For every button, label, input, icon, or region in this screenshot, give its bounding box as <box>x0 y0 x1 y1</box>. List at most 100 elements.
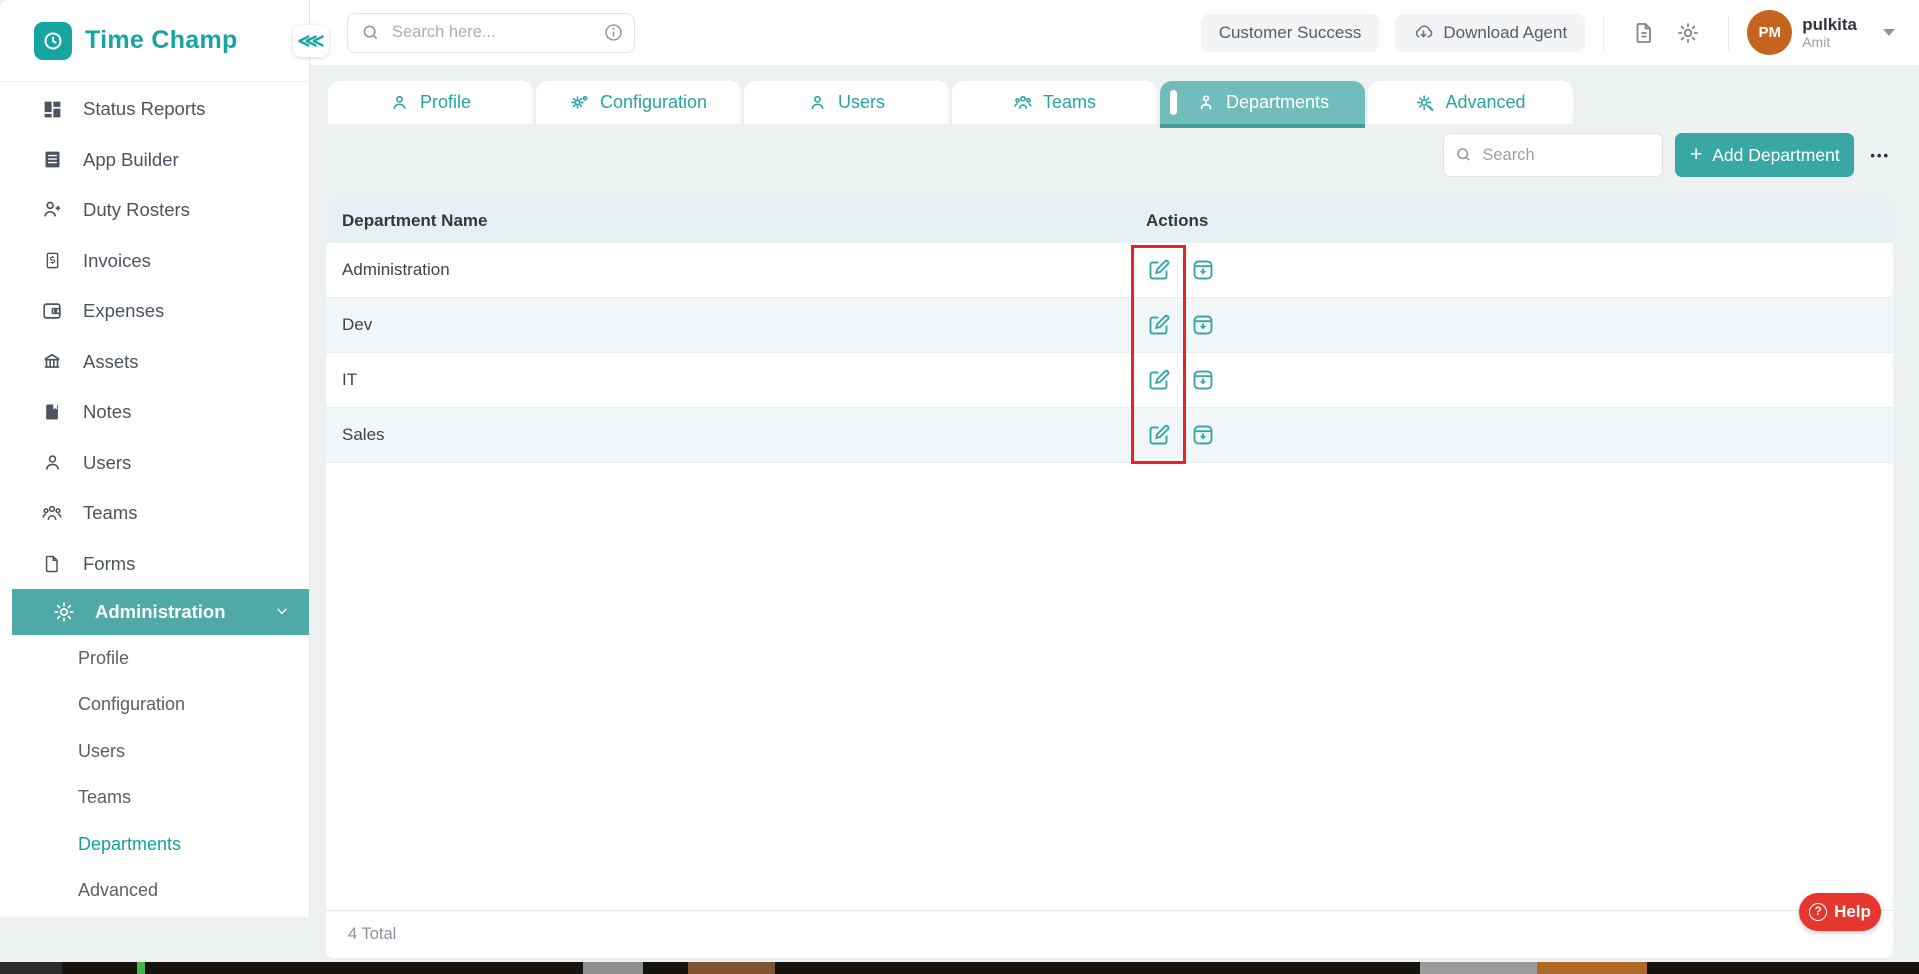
group-icon <box>1013 93 1033 113</box>
actions-cell <box>1146 312 1216 338</box>
sidebar-item-notes[interactable]: Notes <box>0 387 309 438</box>
tab-label: Teams <box>1042 92 1096 112</box>
actions-cell <box>1146 422 1216 448</box>
download-agent-button[interactable]: Download Agent <box>1395 13 1586 52</box>
department-icon <box>1196 93 1216 113</box>
brand-name: Time Champ <box>85 26 238 54</box>
user-icon <box>40 451 64 475</box>
sidebar-item-assets[interactable]: Assets <box>0 337 309 388</box>
chevron-down-icon[interactable] <box>1883 29 1895 36</box>
column-header-department-name: Department Name <box>342 210 488 230</box>
sidebar-item-invoices[interactable]: Invoices <box>0 236 309 287</box>
tabstrip: Profile Configuration Users Teams Depart… <box>310 66 1919 128</box>
sidebar-subitem-departments[interactable]: Departments <box>0 821 309 868</box>
edit-icon[interactable] <box>1146 367 1172 393</box>
table-footer: 4 Total <box>326 910 1893 958</box>
brand-logo[interactable]: Time Champ <box>0 0 309 82</box>
sidebar-item-label: Duty Rosters <box>83 199 190 221</box>
table-search-input[interactable] <box>1443 133 1664 177</box>
sidebar-collapse-button[interactable]: ⋘ <box>293 25 329 57</box>
info-icon[interactable] <box>603 22 624 48</box>
table-header-row: Department Name Actions <box>326 198 1893 243</box>
customer-success-button[interactable]: Customer Success <box>1200 13 1380 52</box>
sidebar-item-expenses[interactable]: Expenses <box>0 286 309 337</box>
topbar-right-group: Customer Success Download Agent PM pulki… <box>1200 10 1895 55</box>
tab-label: Departments <box>1225 92 1330 112</box>
sidebar-item-label: Teams <box>83 502 138 524</box>
table-toolbar: + Add Department ••• <box>310 133 1919 177</box>
person-add-icon <box>40 198 64 222</box>
sidebar-subitem-users[interactable]: Users <box>0 728 309 775</box>
sidebar-item-label: Users <box>83 451 132 473</box>
sidebar-subitem-profile[interactable]: Profile <box>0 635 309 682</box>
departments-table: Department Name Actions Administration D… <box>326 198 1893 958</box>
tab-label: Users <box>837 92 885 112</box>
department-name-cell: IT <box>342 370 358 389</box>
more-options-button[interactable]: ••• <box>1870 148 1890 163</box>
table-search <box>1443 133 1664 177</box>
gear-wrench-icon <box>1415 93 1435 113</box>
archive-download-icon[interactable] <box>1190 422 1216 448</box>
sidebar-item-label: Invoices <box>83 249 151 271</box>
add-department-button[interactable]: + Add Department <box>1675 133 1855 177</box>
tab-configuration[interactable]: Configuration <box>536 81 741 124</box>
sidebar-item-status-reports[interactable]: Status Reports <box>0 84 309 135</box>
archive-download-icon[interactable] <box>1190 257 1216 283</box>
sidebar-item-users[interactable]: Users <box>0 438 309 489</box>
plus-icon: + <box>1689 143 1703 166</box>
edit-icon[interactable] <box>1146 257 1172 283</box>
sidebar-item-forms[interactable]: Forms <box>0 539 309 590</box>
person-icon <box>808 93 828 113</box>
department-name-cell: Sales <box>342 425 385 444</box>
notebook-icon <box>40 400 64 424</box>
edit-icon[interactable] <box>1146 422 1172 448</box>
sidebar-item-app-builder[interactable]: App Builder <box>0 135 309 186</box>
tab-label: Configuration <box>599 92 708 112</box>
edit-icon[interactable] <box>1146 312 1172 338</box>
app-builder-icon <box>40 148 64 172</box>
sidebar-item-teams[interactable]: Teams <box>0 488 309 539</box>
help-label: Help <box>1834 902 1871 921</box>
user-name: pulkita <box>1802 14 1857 34</box>
person-icon <box>390 93 410 113</box>
os-taskbar <box>0 962 1919 974</box>
help-button[interactable]: ? Help <box>1799 893 1881 931</box>
sidebar-item-label: App Builder <box>83 148 179 170</box>
tab-teams[interactable]: Teams <box>952 81 1157 124</box>
global-search <box>347 12 635 53</box>
bank-icon <box>40 350 64 374</box>
tab-advanced[interactable]: Advanced <box>1368 81 1573 124</box>
sidebar: Time Champ Status Reports App Builder Du… <box>0 0 310 917</box>
file-icon <box>40 552 64 576</box>
global-search-input[interactable] <box>347 12 635 53</box>
total-count: 4 Total <box>348 925 397 943</box>
sidebar-subitem-configuration[interactable]: Configuration <box>0 682 309 729</box>
tab-users[interactable]: Users <box>744 81 949 124</box>
department-name-cell: Administration <box>342 260 450 279</box>
sidebar-item-administration[interactable]: Administration <box>12 589 309 635</box>
dashboard-icon <box>40 97 64 121</box>
tab-departments[interactable]: Departments <box>1160 81 1365 128</box>
tab-profile[interactable]: Profile <box>328 81 533 124</box>
actions-cell <box>1146 257 1216 283</box>
sidebar-subitem-teams[interactable]: Teams <box>0 775 309 822</box>
table-row: Dev <box>326 298 1893 353</box>
sidebar-subitem-advanced[interactable]: Advanced <box>0 868 309 915</box>
app-window: Time Champ Status Reports App Builder Du… <box>0 0 1919 974</box>
wallet-icon <box>40 299 64 323</box>
taskbar-segment <box>583 962 643 974</box>
topbar: Customer Success Download Agent PM pulki… <box>310 0 1919 66</box>
sidebar-item-label: Notes <box>83 401 132 423</box>
sidebar-item-label: Expenses <box>83 300 165 322</box>
department-name-cell: Dev <box>342 315 373 334</box>
download-agent-label: Download Agent <box>1443 22 1568 42</box>
document-icon[interactable] <box>1629 18 1659 48</box>
avatar[interactable]: PM <box>1747 10 1793 55</box>
sidebar-item-label: Forms <box>83 552 136 574</box>
table-row: Sales <box>326 408 1893 463</box>
customer-success-label: Customer Success <box>1218 22 1362 42</box>
archive-download-icon[interactable] <box>1190 312 1216 338</box>
settings-gear-icon[interactable] <box>1673 18 1703 48</box>
sidebar-item-duty-rosters[interactable]: Duty Rosters <box>0 185 309 236</box>
archive-download-icon[interactable] <box>1190 367 1216 393</box>
